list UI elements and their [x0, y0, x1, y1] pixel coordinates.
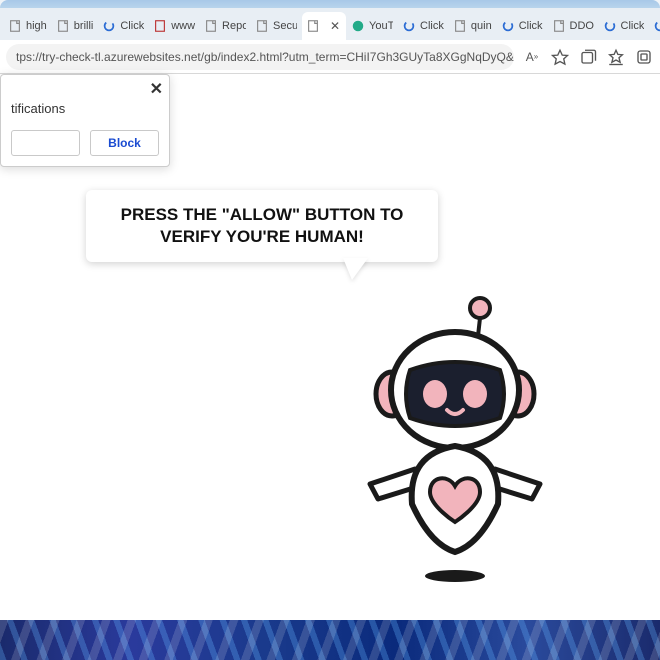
page-icon [306, 19, 320, 33]
spinner-icon [402, 19, 416, 33]
read-aloud-icon[interactable]: A» [522, 47, 542, 67]
tab-label: YouT [369, 20, 393, 32]
round-icon [351, 19, 365, 33]
page-icon [255, 19, 269, 33]
notification-text: tifications [11, 101, 159, 116]
tab-label: Click [519, 20, 543, 32]
page-icon [552, 19, 566, 33]
tab-label: Click [621, 20, 645, 32]
tab-label: www [171, 20, 195, 32]
tab-13[interactable]: Click [649, 12, 660, 40]
page-icon [153, 19, 167, 33]
close-icon[interactable]: ✕ [150, 79, 163, 99]
tab-label: quin [471, 20, 492, 32]
tab-7[interactable]: YouT [347, 12, 397, 40]
allow-button[interactable] [11, 130, 80, 156]
tab-label: brilli [74, 20, 94, 32]
notification-permission-prompt: ✕ tifications Block [0, 74, 170, 167]
page-icon [8, 19, 22, 33]
windows-taskbar[interactable] [0, 620, 660, 660]
favorites-bar-icon[interactable] [606, 47, 626, 67]
address-bar-row: tps://try-check-tl.azurewebsites.net/gb/… [0, 40, 660, 74]
tab-1[interactable]: brilli [52, 12, 98, 40]
tab-0[interactable]: high [4, 12, 51, 40]
tab-2[interactable]: Click [98, 12, 148, 40]
favorite-star-icon[interactable] [550, 47, 570, 67]
tab-label: DDO [570, 20, 594, 32]
tab-label: Secu [273, 20, 297, 32]
page-content: ✕ tifications Block PRESS THE "ALLOW" BU… [0, 74, 660, 620]
spinner-icon [501, 19, 515, 33]
page-icon [56, 19, 70, 33]
tab-active[interactable]: ✕ [302, 12, 346, 40]
address-bar[interactable]: tps://try-check-tl.azurewebsites.net/gb/… [6, 44, 514, 70]
tab-4[interactable]: Repo [200, 12, 250, 40]
tab-9[interactable]: quin [449, 12, 496, 40]
robot-image [330, 294, 560, 594]
tab-strip: high brilli Click www Repo Secu ✕ YouT C… [0, 8, 660, 40]
spinner-icon [603, 19, 617, 33]
tab-label: Repo [222, 20, 246, 32]
tab-3[interactable]: www [149, 12, 199, 40]
tab-11[interactable]: DDO [548, 12, 598, 40]
url-text: tps://try-check-tl.azurewebsites.net/gb/… [16, 50, 514, 64]
tab-label: high [26, 20, 47, 32]
block-label: Block [108, 136, 141, 150]
window-titlebar [0, 0, 660, 8]
collections-icon[interactable] [578, 47, 598, 67]
tab-label: Click [120, 20, 144, 32]
app-icon[interactable] [634, 47, 654, 67]
spinner-icon [653, 19, 660, 33]
tab-10[interactable]: Click [497, 12, 547, 40]
tab-label: Click [420, 20, 444, 32]
spinner-icon [102, 19, 116, 33]
block-button[interactable]: Block [90, 130, 159, 156]
tab-12[interactable]: Click [599, 12, 649, 40]
tab-5[interactable]: Secu [251, 12, 301, 40]
bubble-text: PRESS THE "ALLOW" BUTTON TO VERIFY YOU'R… [104, 204, 420, 248]
page-icon [453, 19, 467, 33]
tab-8[interactable]: Click [398, 12, 448, 40]
close-tab-icon[interactable]: ✕ [328, 19, 342, 33]
speech-bubble: PRESS THE "ALLOW" BUTTON TO VERIFY YOU'R… [86, 190, 438, 262]
page-icon [204, 19, 218, 33]
